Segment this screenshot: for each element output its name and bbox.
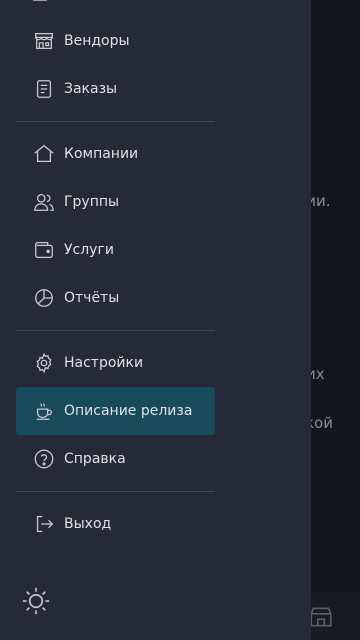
menu-item-label: Настройки	[64, 355, 144, 371]
sun-icon[interactable]	[21, 586, 51, 616]
logout-icon	[33, 513, 55, 535]
coffee-cup-icon	[33, 400, 55, 422]
menu-item-companies[interactable]: Компании	[16, 130, 215, 178]
menu-item-label: Справка	[64, 451, 126, 467]
menu-item-logout[interactable]: Выход	[16, 500, 215, 548]
menu-item-label: Вендоры	[64, 33, 130, 49]
menu-item-vendors[interactable]: Вендоры	[16, 17, 215, 65]
gear-icon	[33, 352, 55, 374]
menu-item-label: Выход	[64, 516, 112, 532]
menu-item-label: Заказы	[64, 81, 118, 97]
help-circle-icon	[33, 448, 55, 470]
menu-item-label: Описание релиза	[64, 403, 193, 419]
menu-item-label: Услуги	[64, 242, 114, 258]
store-icon	[33, 30, 55, 52]
home-icon	[33, 143, 55, 165]
users-icon	[33, 191, 55, 213]
partial-icon	[33, 0, 47, 1]
menu-item-settings[interactable]: Настройки	[16, 339, 215, 387]
menu-divider	[16, 491, 215, 492]
menu-divider	[16, 330, 215, 331]
menu-divider	[16, 121, 215, 122]
document-icon	[33, 78, 55, 100]
menu-item-label: Компании	[64, 146, 139, 162]
menu-item-help[interactable]: Справка	[16, 435, 215, 483]
menu-item-orders[interactable]: Заказы	[16, 65, 215, 113]
menu-item-release-notes[interactable]: Описание релиза	[16, 387, 215, 435]
menu-item-groups[interactable]: Группы	[16, 178, 215, 226]
menu-item-label: Группы	[64, 194, 120, 210]
menu-item-services[interactable]: Услуги	[16, 226, 215, 274]
menu-item-label: Отчёты	[64, 290, 120, 306]
wallet-icon	[33, 239, 55, 261]
pie-chart-icon	[33, 287, 55, 309]
menu-item-reports[interactable]: Отчёты	[16, 274, 215, 322]
store-icon	[310, 607, 332, 627]
navigation-drawer: Вендоры Заказы Компании Группы Услуги От…	[0, 0, 311, 640]
